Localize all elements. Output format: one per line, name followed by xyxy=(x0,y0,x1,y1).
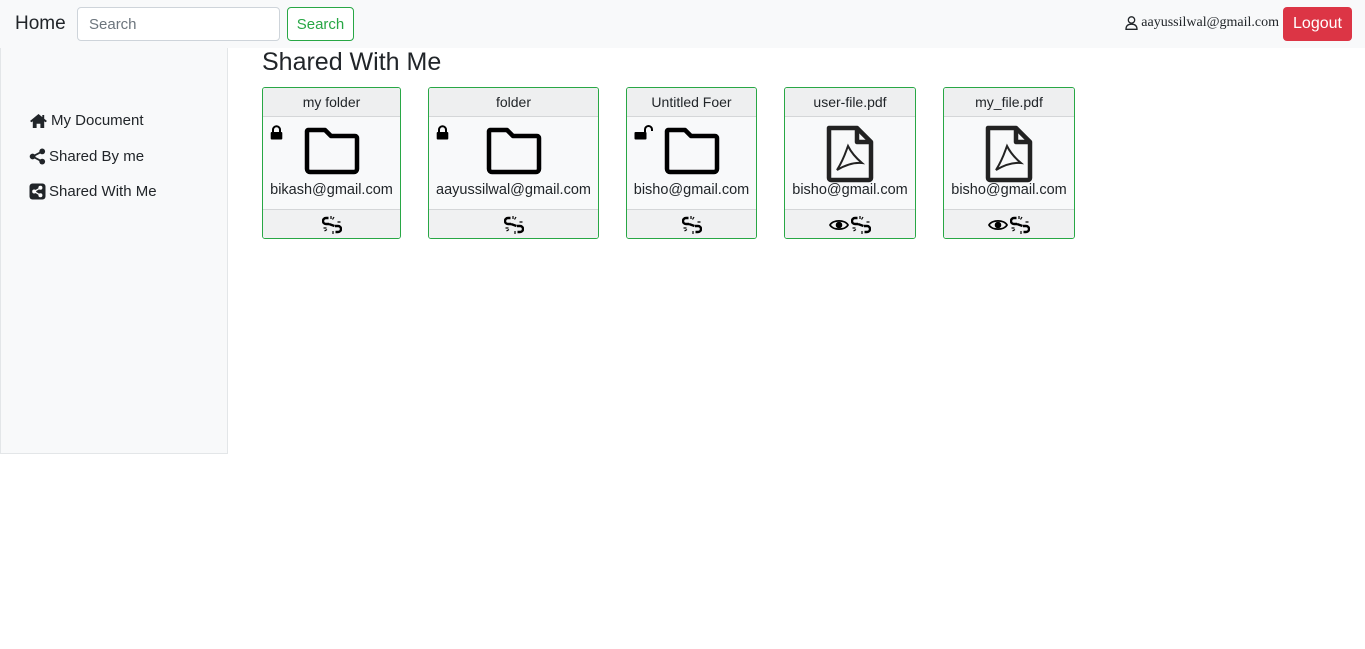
share-square-icon xyxy=(29,183,46,200)
unlink-icon[interactable] xyxy=(851,215,871,235)
card-title: Untitled Foer xyxy=(627,88,756,117)
sidebar-item-label: Shared By me xyxy=(49,148,145,165)
unlink-icon[interactable] xyxy=(503,215,524,235)
card-body: bisho@gmail.com xyxy=(627,117,756,210)
card-body: bisho@gmail.com xyxy=(944,117,1074,210)
card-actions xyxy=(785,210,915,238)
eye-icon[interactable] xyxy=(988,218,1008,232)
sidebar: My Document Shared By me Shared With Me xyxy=(0,48,228,454)
logout-button[interactable]: Logout xyxy=(1283,7,1352,41)
pdf-file-icon xyxy=(985,125,1033,183)
home-link[interactable]: Home xyxy=(15,13,66,35)
shared-item-card[interactable]: Untitled Foer bisho@gmail.com xyxy=(626,87,757,239)
sidebar-item-label: My Document xyxy=(51,112,144,129)
shared-item-card[interactable]: folder aayussilwal@gmail.com xyxy=(428,87,599,239)
locked-icon xyxy=(270,125,283,140)
unlink-icon[interactable] xyxy=(681,215,702,235)
folder-icon xyxy=(304,127,359,175)
card-body: bikash@gmail.com xyxy=(263,117,400,210)
sidebar-item-my-document[interactable]: My Document xyxy=(29,112,144,129)
card-title: my folder xyxy=(263,88,400,117)
user-info: aayussilwal@gmail.com xyxy=(1125,15,1279,31)
share-icon xyxy=(29,148,46,165)
shared-item-card[interactable]: my folder bikash@gmail.com xyxy=(262,87,401,239)
card-title: my_file.pdf xyxy=(944,88,1074,117)
card-owner: bisho@gmail.com xyxy=(633,182,750,198)
page-title: Shared With Me xyxy=(262,48,442,76)
search-input[interactable] xyxy=(77,7,280,41)
card-owner: aayussilwal@gmail.com xyxy=(436,182,591,198)
sidebar-item-label: Shared With Me xyxy=(49,183,157,200)
sidebar-item-shared-with-me[interactable]: Shared With Me xyxy=(29,183,157,200)
shared-item-card[interactable]: my_file.pdf bisho@gmail.com xyxy=(943,87,1075,239)
search-button[interactable]: Search xyxy=(287,7,354,41)
card-owner: bikash@gmail.com xyxy=(270,182,393,198)
shared-item-card[interactable]: user-file.pdf bisho@gmail.com xyxy=(784,87,916,239)
folder-icon xyxy=(486,127,541,175)
locked-icon xyxy=(436,125,449,140)
card-actions xyxy=(263,210,400,238)
sidebar-item-shared-by-me[interactable]: Shared By me xyxy=(29,148,144,165)
card-owner: bisho@gmail.com xyxy=(792,182,908,198)
home-icon xyxy=(30,113,47,128)
user-email: aayussilwal@gmail.com xyxy=(1141,15,1279,30)
pdf-file-icon xyxy=(826,125,874,183)
eye-icon[interactable] xyxy=(829,218,849,232)
unlink-icon[interactable] xyxy=(1010,215,1030,235)
top-navbar: Home Search aayussilwal@gmail.com Logout xyxy=(0,0,1365,48)
card-title: folder xyxy=(429,88,598,117)
card-actions xyxy=(627,210,756,238)
card-actions xyxy=(944,210,1074,238)
card-owner: bisho@gmail.com xyxy=(951,182,1067,198)
unlocked-icon xyxy=(634,125,653,140)
user-icon xyxy=(1125,16,1138,30)
folder-icon xyxy=(664,127,719,175)
unlink-icon[interactable] xyxy=(321,215,342,235)
card-title: user-file.pdf xyxy=(785,88,915,117)
card-actions xyxy=(429,210,598,238)
card-body: aayussilwal@gmail.com xyxy=(429,117,598,210)
card-body: bisho@gmail.com xyxy=(785,117,915,210)
